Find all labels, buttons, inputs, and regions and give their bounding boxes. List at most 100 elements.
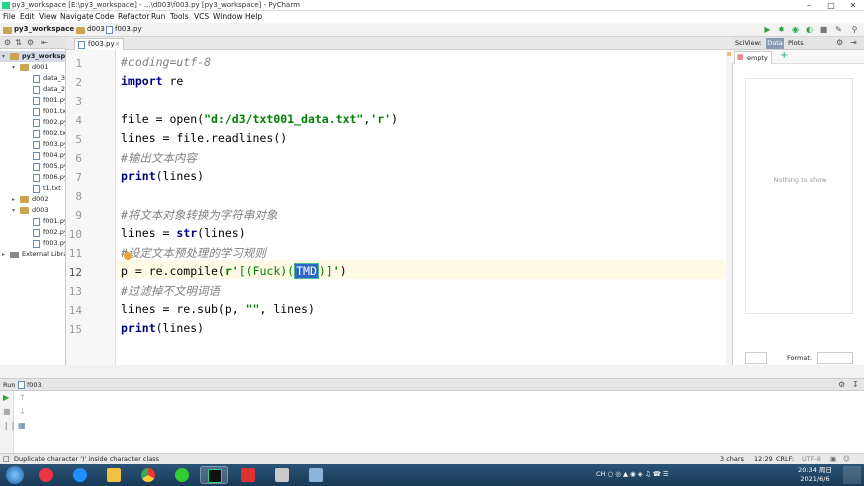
clock-time: 20:34 周日 xyxy=(798,466,832,474)
taskbar-app[interactable] xyxy=(302,466,330,484)
arrow-up-icon[interactable]: ↑ xyxy=(19,393,26,402)
stop-icon[interactable]: ■ xyxy=(819,26,828,34)
menu-edit[interactable]: Edit xyxy=(20,12,35,21)
minimize-icon[interactable]: – xyxy=(798,0,820,11)
menu-navigate[interactable]: Navigate xyxy=(60,12,94,21)
taskbar-app[interactable] xyxy=(134,466,162,484)
code-token: )] xyxy=(318,264,333,278)
tab-empty[interactable]: ▦ empty xyxy=(734,51,772,64)
add-icon[interactable]: + xyxy=(780,50,788,61)
gear-icon[interactable]: ⚙ xyxy=(836,38,843,47)
data-view-area: Nothing to show xyxy=(745,78,853,314)
navigation-bar: py3_workspace › d003 › f003.py f003 ▾ ▶ … xyxy=(0,23,864,59)
taskbar-app[interactable] xyxy=(100,466,128,484)
coverage-icon[interactable]: ◉ xyxy=(791,26,800,34)
hide-icon[interactable]: ⇥ xyxy=(850,38,857,47)
debug-icon[interactable]: ✸ xyxy=(777,26,786,34)
code-line[interactable]: lines = re.sub(p, "", lines) xyxy=(121,302,315,316)
taskbar-app[interactable] xyxy=(234,466,262,484)
menu-vcs[interactable]: VCS xyxy=(194,12,209,21)
menu-help[interactable]: Help xyxy=(245,12,262,21)
tab-f003[interactable]: f003.py ✕ xyxy=(74,38,124,50)
code-token: r' xyxy=(224,264,239,278)
rerun-icon[interactable]: ▶ xyxy=(3,393,9,402)
clock[interactable]: 20:34 周日 2021/6/6 xyxy=(792,466,838,484)
console-icon[interactable]: ▦ xyxy=(18,421,26,430)
settings-icon[interactable]: ⚙ xyxy=(26,39,35,47)
code-line[interactable]: #设定文本预处理的学习规则 xyxy=(121,245,266,261)
python-file-icon xyxy=(33,119,40,127)
code-line[interactable]: file = open("d:/d3/txt001_data.txt",'r') xyxy=(121,112,398,126)
stop-icon[interactable]: ■ xyxy=(3,407,11,416)
run-icon[interactable]: ▶ xyxy=(763,26,772,34)
taskbar-app[interactable] xyxy=(268,466,296,484)
code-line[interactable]: import re xyxy=(121,74,183,88)
gear-icon[interactable]: ⚙ xyxy=(838,380,845,389)
menu-tools[interactable]: Tools xyxy=(170,12,188,21)
breadcrumb-file[interactable]: f003.py xyxy=(115,25,142,33)
profile-icon[interactable]: ◐ xyxy=(805,26,814,34)
search-icon[interactable]: ⚲ xyxy=(850,26,859,34)
hide-icon[interactable]: ↧ xyxy=(852,380,859,389)
code-line[interactable]: print(lines) xyxy=(121,321,204,335)
vcs-icon[interactable]: ✎ xyxy=(834,26,843,34)
code-line[interactable]: #输出文本内容 xyxy=(121,150,197,166)
close-icon[interactable]: ✕ xyxy=(115,39,120,50)
folder-icon xyxy=(3,27,12,34)
code-token: "d:/d3/txt001_data.txt" xyxy=(204,112,364,126)
breadcrumb-project[interactable]: py3_workspace xyxy=(14,25,74,33)
inspector-icon[interactable]: ☺ xyxy=(843,455,850,463)
code-line[interactable]: p = re.compile(r'[(Fuck)(TMD)]') xyxy=(121,263,347,279)
taskbar-app[interactable] xyxy=(66,466,94,484)
system-tray[interactable]: CH ○ ◎ ▲ ◉ ◈ ♫ ☎ ☰ xyxy=(596,470,669,478)
show-desktop-button[interactable] xyxy=(843,466,861,484)
menu-view[interactable]: View xyxy=(39,12,57,21)
arrow-down-icon[interactable]: ↓ xyxy=(19,407,26,416)
encoding[interactable]: UTF-8 xyxy=(802,455,821,463)
code-line[interactable]: #将文本对象转换为字符串对象 xyxy=(121,207,277,223)
code-editor[interactable]: 1 2 3 4 5 6 7 8 9 10 11 12 13 14 15 #coding=utf-8 impor… xyxy=(66,50,732,365)
lightbulb-icon[interactable] xyxy=(124,252,132,260)
hide-icon[interactable]: ⇤ xyxy=(40,39,49,47)
menu-refactor[interactable]: Refactor xyxy=(118,12,149,21)
cursor-position[interactable]: 12:29 xyxy=(754,455,773,463)
project-tree: ▾ py3_workspac ▾ d001 data_3... data_21 … xyxy=(0,49,66,365)
menu-file[interactable]: File xyxy=(3,12,16,21)
code-line[interactable]: lines = file.readlines() xyxy=(121,131,287,145)
warning-marker[interactable] xyxy=(727,52,731,56)
pause-icon[interactable]: ❙❙ xyxy=(3,421,16,430)
menu-run[interactable]: Run xyxy=(151,12,165,21)
lock-icon[interactable]: ▣ xyxy=(830,455,836,463)
run-config-tab[interactable]: f003 xyxy=(27,381,42,389)
file-icon xyxy=(33,130,40,138)
gear-icon[interactable]: ⚙ xyxy=(3,39,12,47)
start-icon[interactable] xyxy=(6,466,24,484)
library-icon xyxy=(10,252,19,258)
code-line[interactable]: lines = str(lines) xyxy=(121,226,246,240)
line-number: 8 xyxy=(75,190,82,203)
slice-input[interactable] xyxy=(745,352,767,364)
python-file-icon xyxy=(33,163,40,171)
taskbar-app[interactable] xyxy=(32,466,60,484)
collapse-icon[interactable]: ⇅ xyxy=(14,39,23,47)
tab-data[interactable]: Data xyxy=(766,38,784,49)
taskbar-app[interactable] xyxy=(200,466,228,484)
tab-plots[interactable]: Plots xyxy=(788,39,804,47)
close-icon[interactable]: ✕ xyxy=(842,0,864,11)
code-token: [(Fuck)( xyxy=(238,264,295,278)
python-file-icon xyxy=(33,218,40,226)
menu-window[interactable]: Window xyxy=(213,12,243,21)
code-line[interactable]: #过滤掉不文明词语 xyxy=(121,283,220,299)
nothing-to-show-text: Nothing to show xyxy=(773,176,827,184)
line-separator[interactable]: CRLF: xyxy=(776,455,794,463)
code-line[interactable]: print(lines) xyxy=(121,169,204,183)
menu-code[interactable]: Code xyxy=(95,12,114,21)
chevron-right-icon: ▸ xyxy=(2,251,6,258)
code-token: str xyxy=(176,226,198,240)
maximize-icon[interactable]: □ xyxy=(820,0,842,11)
format-input[interactable] xyxy=(817,352,853,364)
code-line[interactable]: #coding=utf-8 xyxy=(121,55,211,69)
taskbar-app[interactable] xyxy=(168,466,196,484)
run-console[interactable]: ▶ ■ ❙❙ ↑ ↓ ▦ xyxy=(0,391,864,453)
tree-item[interactable]: ▾ py3_workspac xyxy=(0,51,65,62)
